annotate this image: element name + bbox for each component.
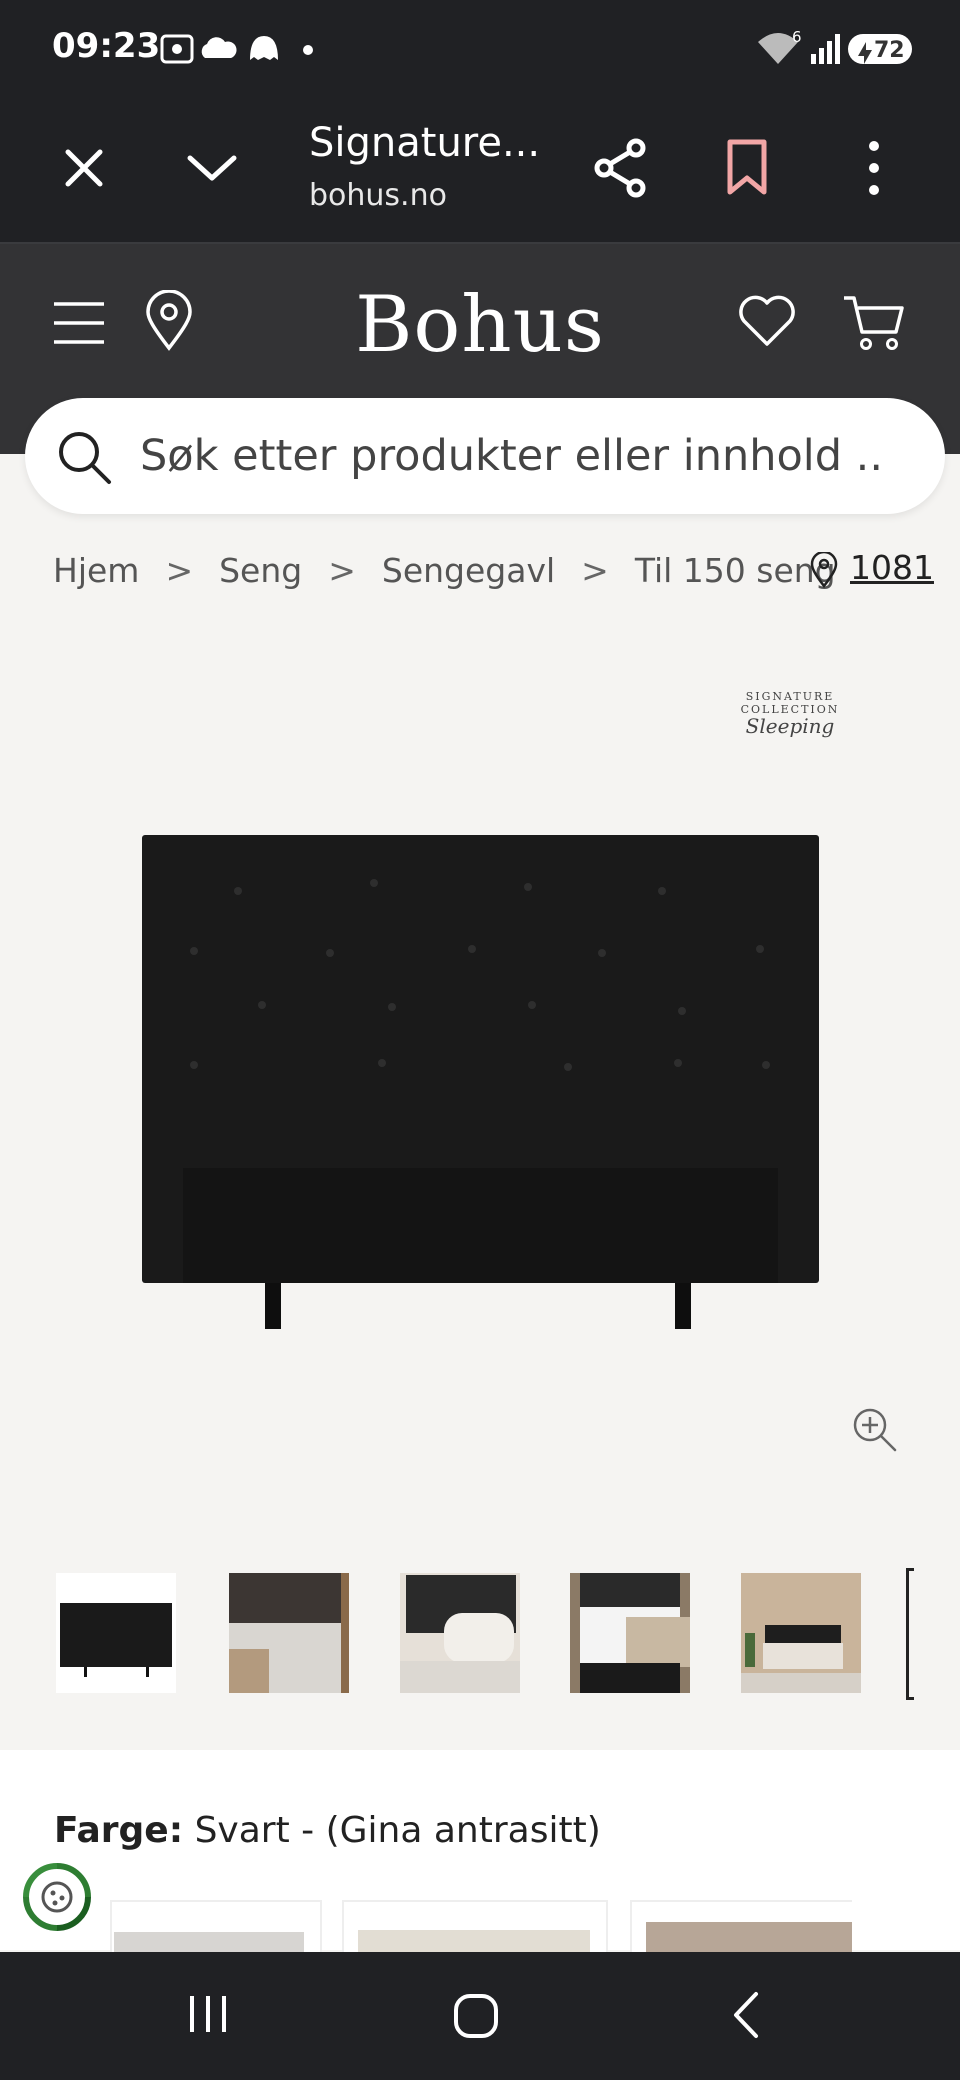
breadcrumb-separator: > [581, 550, 609, 590]
page-title[interactable]: Signature... [309, 120, 540, 166]
brand-logo-line2: Sleeping [745, 714, 835, 738]
page-domain[interactable]: bohus.no [309, 178, 447, 213]
breadcrumb-item-home[interactable]: Hjem [53, 551, 139, 590]
recent-apps-icon[interactable] [186, 1992, 230, 2036]
bookmark-icon[interactable] [724, 138, 770, 196]
headboard-leg [675, 1283, 691, 1329]
search-icon [59, 432, 111, 484]
cart-icon[interactable] [842, 292, 906, 352]
breadcrumb: Hjem > Seng > Sengegavl > Til 150 seng [53, 548, 836, 592]
cookie-settings-icon[interactable] [18, 1858, 96, 1936]
thumbnail-2[interactable] [229, 1573, 349, 1693]
system-nav-bar [0, 1952, 960, 2080]
share-icon[interactable] [592, 138, 648, 198]
thumbnail-3[interactable] [400, 1573, 520, 1693]
thumbnail-4[interactable] [570, 1573, 690, 1693]
color-label: Farge: [54, 1810, 184, 1851]
site-logo[interactable]: Bohus [0, 280, 960, 370]
breadcrumb-separator: > [328, 550, 356, 590]
search-placeholder: Søk etter produkter eller innhold .. [140, 431, 884, 481]
more-options-icon[interactable] [862, 138, 886, 198]
browser-toolbar: Signature... bohus.no [0, 96, 960, 244]
store-location-code[interactable]: 1081 [850, 548, 934, 587]
thumbnail-1[interactable] [56, 1573, 176, 1693]
home-icon[interactable] [452, 1992, 500, 2040]
brand-logo: SIGNATURE COLLECTION Sleeping [700, 690, 880, 738]
color-selection-label: Farge: Svart - (Gina antrasitt) [54, 1810, 601, 1851]
close-icon[interactable] [62, 146, 106, 190]
breadcrumb-item-seng[interactable]: Seng [219, 551, 302, 590]
system-status-icons: 6 72 [758, 28, 912, 64]
headboard-panel [183, 1168, 778, 1283]
breadcrumb-item-current[interactable]: Til 150 seng [635, 551, 836, 590]
brand-logo-line1: SIGNATURE COLLECTION [740, 690, 840, 716]
svg-text:72: 72 [874, 38, 905, 63]
chevron-down-icon[interactable] [186, 148, 238, 188]
wishlist-heart-icon[interactable] [738, 294, 796, 348]
notification-icons [160, 34, 313, 64]
status-bar: 09:23 6 72 [0, 0, 960, 96]
svg-text:6: 6 [792, 28, 802, 46]
zoom-in-icon[interactable] [850, 1405, 898, 1453]
color-value: Svart - (Gina antrasitt) [194, 1810, 601, 1851]
thumbnail-next-partial[interactable] [906, 1568, 914, 1700]
thumbnail-5[interactable] [741, 1573, 861, 1693]
breadcrumb-separator: > [165, 550, 194, 590]
breadcrumb-item-sengegavl[interactable]: Sengegavl [382, 551, 555, 590]
status-time: 09:23 [52, 26, 161, 66]
back-icon[interactable] [728, 1990, 764, 2040]
store-location-icon[interactable] [810, 552, 838, 588]
search-input[interactable]: Søk etter produkter eller innhold .. [25, 398, 945, 514]
headboard-leg [265, 1283, 281, 1329]
